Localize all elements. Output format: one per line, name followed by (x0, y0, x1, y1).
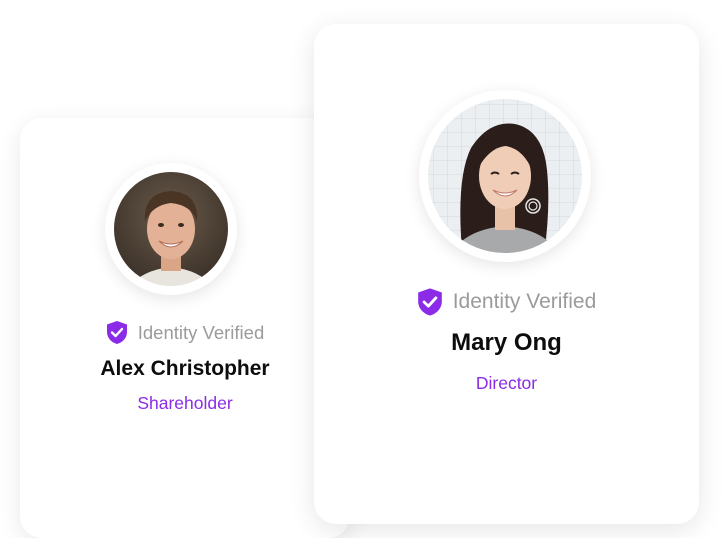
shield-check-icon (417, 287, 443, 317)
avatar-photo-female (426, 97, 584, 255)
identity-verified-label: Identity Verified (137, 321, 265, 343)
person-role: Shareholder (137, 393, 233, 413)
person-name: Alex Christopher (100, 357, 270, 380)
avatar-photo-male (112, 170, 230, 288)
avatar (419, 90, 591, 262)
profile-card-mary-ong: Identity Verified Mary Ong Director (314, 24, 699, 524)
shield-check-icon (106, 320, 128, 345)
person-role: Director (475, 373, 538, 393)
identity-verified-badge: Identity Verified (20, 320, 350, 345)
person-name: Mary Ong (451, 329, 562, 356)
identity-verified-label: Identity Verified (452, 290, 597, 313)
avatar (105, 163, 237, 295)
identity-verified-badge: Identity Verified (314, 287, 699, 317)
profile-card-alex-christopher: Identity Verified Alex Christopher Share… (20, 118, 350, 538)
